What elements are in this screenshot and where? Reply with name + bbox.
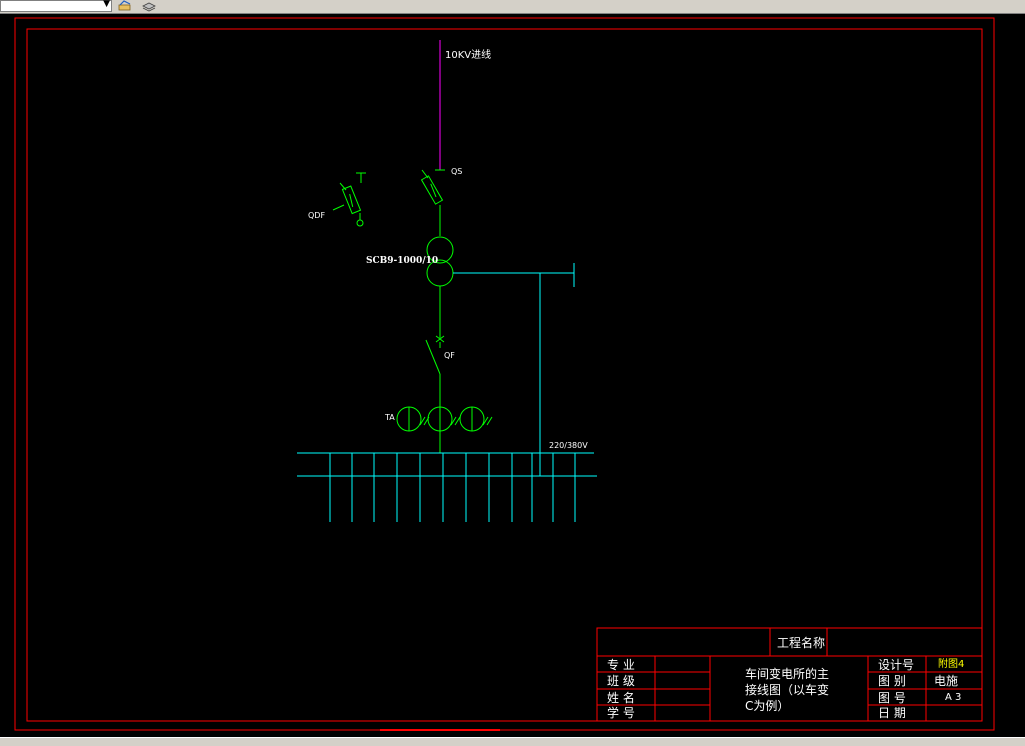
layer-combo[interactable]: ▼ (0, 0, 112, 12)
class-label: 班 级 (607, 674, 635, 688)
qs-label: QS (451, 167, 463, 176)
drawing-title-line2: 接线图（以车变 (745, 683, 830, 697)
qf-breaker (425, 335, 445, 453)
design-no-label: 设计号 (878, 658, 915, 672)
lv-bus-label: 220/380V (549, 441, 588, 450)
drawing-title-line3: C为例） (745, 699, 790, 713)
qs-fuse-switch (420, 169, 444, 236)
qf-label: QF (444, 351, 455, 360)
project-name-label: 工程名称 (777, 636, 826, 650)
layer-states-icon[interactable] (117, 0, 133, 12)
incoming-line-label: 10KV进线 (445, 50, 492, 61)
layer-stack-icon[interactable] (141, 0, 157, 12)
major-label: 专 业 (607, 658, 635, 672)
student-id-label: 学 号 (607, 706, 635, 720)
drawing-no-value: A 3 (945, 692, 962, 703)
ta-label: TA (385, 413, 395, 422)
category-value: 电施 (934, 674, 959, 688)
main-wiring-diagram (14, 17, 995, 731)
qdf-fuse (332, 172, 366, 227)
ta-current-transformers (396, 406, 493, 432)
transformer-symbol (426, 236, 454, 338)
drawing-no-label: 图 号 (878, 691, 906, 705)
transformer-label: SCB9-1000/10 (366, 256, 439, 266)
outer-frame (14, 17, 995, 731)
design-no-value: 附图4 (938, 659, 965, 670)
toolbar: ▼ (0, 0, 1025, 14)
date-label: 日 期 (878, 706, 906, 720)
name-label: 姓 名 (607, 691, 635, 705)
lv-busbar (297, 452, 597, 522)
drawing-canvas[interactable]: 10KV进线 QS QDF SCB9-1000/10 QF TA 220/380… (0, 15, 1025, 737)
chevron-down-icon[interactable]: ▼ (103, 0, 110, 9)
drawing-title-line1: 车间变电所的主 (745, 667, 830, 681)
category-label: 图 别 (878, 674, 906, 688)
qdf-label: QDF (308, 211, 326, 220)
inner-frame (26, 28, 983, 722)
